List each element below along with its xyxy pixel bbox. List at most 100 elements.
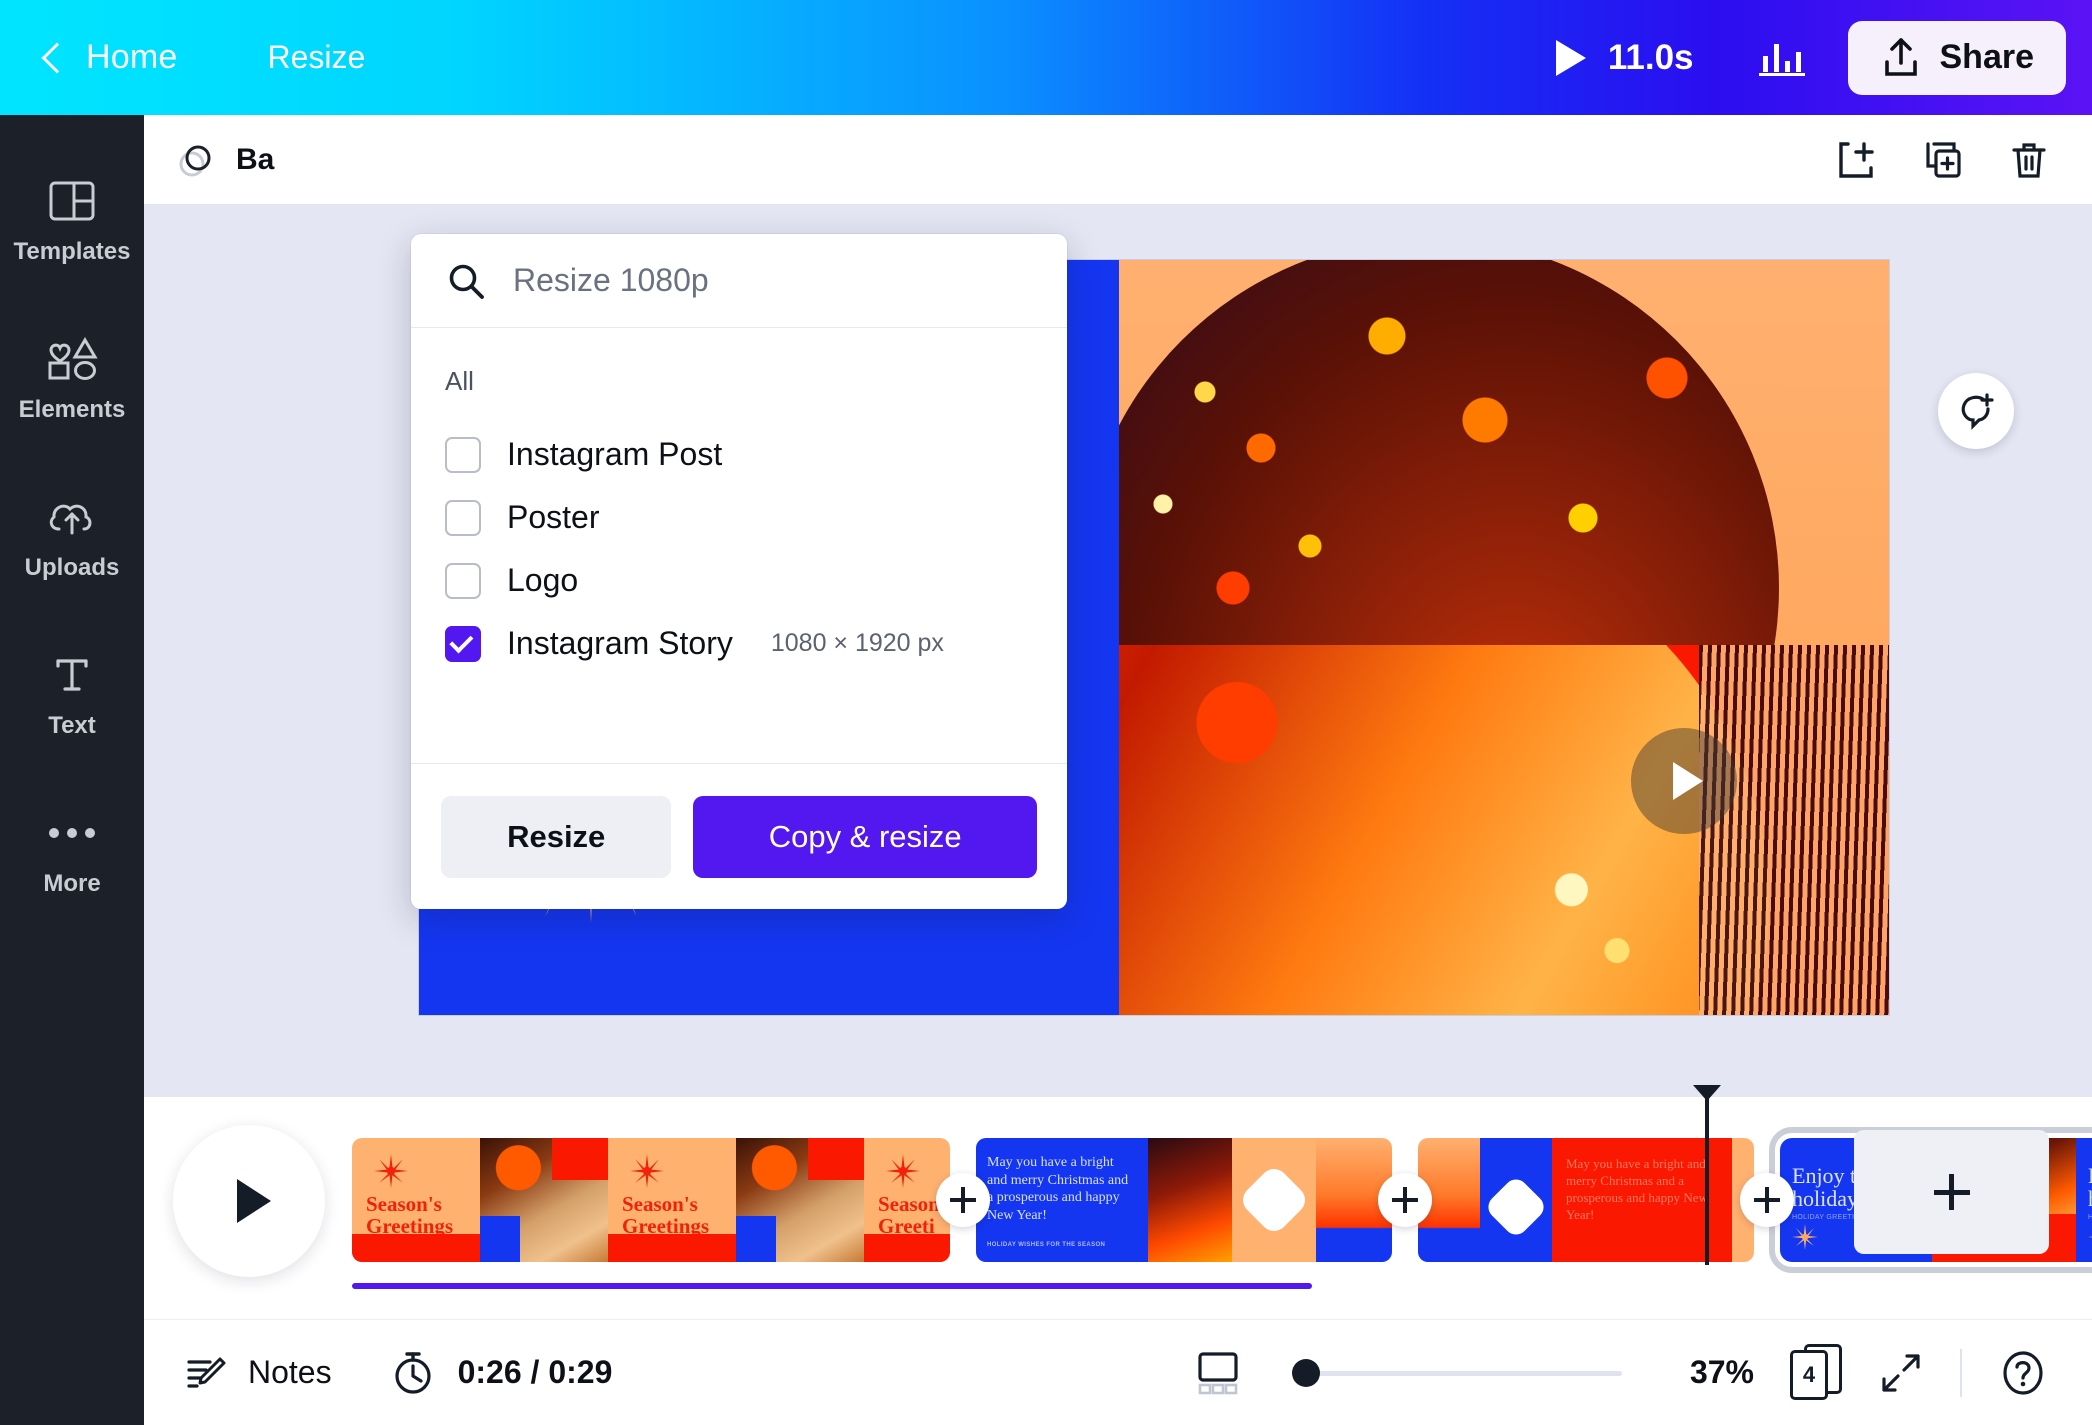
fullscreen-button[interactable]	[1878, 1350, 1924, 1396]
play-icon	[1555, 39, 1586, 76]
clip-fine-text: HOLIDAY WISHES FOR THE SEASON	[987, 1242, 1106, 1248]
zoom-slider[interactable]	[1292, 1358, 1622, 1387]
resize-menu-button[interactable]: Resize	[268, 39, 366, 76]
templates-grid-icon	[48, 178, 96, 224]
add-page-icon	[1839, 141, 1874, 178]
analytics-button[interactable]	[1734, 0, 1830, 115]
clip-text: Season Greeti	[878, 1192, 940, 1239]
timeline-progress-fill	[352, 1283, 1312, 1289]
timeline-clip[interactable]: Season's Greetings Season's Greetings Se…	[352, 1138, 950, 1262]
page-count-button[interactable]: 4	[1790, 1343, 1842, 1402]
clip-text: Season's Greetings	[366, 1192, 454, 1239]
resize-option-logo[interactable]: Logo	[411, 549, 1067, 612]
clip-text: Enjoy theholidays!	[2088, 1164, 2092, 1211]
striped-figure	[1699, 645, 1889, 1015]
resize-option-instagram-story[interactable]: Instagram Story 1080 × 1920 px	[411, 612, 1067, 675]
sidebar-item-label: Uploads	[24, 554, 120, 581]
upload-share-icon	[1884, 37, 1917, 76]
diamond-shape	[1483, 1174, 1549, 1240]
timeline-progress-bar[interactable]	[352, 1283, 2092, 1289]
sidebar-item-uploads[interactable]: Uploads	[0, 459, 144, 617]
canvas-toolbar: Ba	[144, 115, 2092, 205]
resize-panel-footer: Resize Copy & resize	[411, 763, 1067, 909]
sidebar-item-templates[interactable]: Templates	[0, 143, 144, 301]
timeline-clip[interactable]: May you have a bright and merry Christma…	[1418, 1138, 1754, 1262]
add-comment-icon	[1961, 393, 1994, 430]
stopwatch-icon	[394, 1351, 431, 1394]
insert-clip-button[interactable]	[1378, 1173, 1432, 1227]
resize-search-row	[411, 234, 1067, 328]
left-sidebar: Templates Elements Uploads Text More	[0, 115, 144, 1425]
share-label: Share	[1939, 38, 2035, 76]
sidebar-item-more[interactable]: More	[0, 775, 144, 933]
shapes-icon	[43, 336, 101, 382]
add-page-tile-button[interactable]	[1854, 1130, 2049, 1254]
resize-option-instagram-post[interactable]: Instagram Post	[411, 423, 1067, 486]
clip-scene: Enjoy theholidays! HOLIDAY GREETINGS	[2076, 1138, 2092, 1262]
resize-options-list: All Instagram Post Poster Logo Instagram…	[411, 328, 1067, 681]
trash-icon	[2012, 142, 2046, 178]
timeline-clip[interactable]: May you have a bright and merry Christma…	[976, 1138, 1392, 1262]
resize-button[interactable]: Resize	[441, 795, 672, 878]
copy-and-resize-button[interactable]: Copy & resize	[693, 795, 1037, 878]
timeline-play-button[interactable]	[173, 1125, 325, 1277]
starburst-icon	[1792, 1224, 1818, 1250]
clip-color-band	[864, 1234, 950, 1262]
playhead-line[interactable]	[1705, 1097, 1709, 1265]
clip-scene	[1232, 1138, 1316, 1262]
clip-color-band	[352, 1234, 480, 1262]
resize-option-label: Poster	[507, 499, 600, 535]
zoom-slider-knob[interactable]	[1292, 1358, 1320, 1387]
play-icon	[1673, 762, 1703, 800]
checkbox-checked[interactable]	[445, 625, 481, 662]
clip-color-band	[608, 1234, 736, 1262]
resize-option-label: Instagram Post	[507, 436, 723, 472]
top-bar: Home Resize 11.0s Share	[0, 0, 2092, 115]
canvas-video-play-button[interactable]	[1631, 728, 1737, 834]
insert-clip-button[interactable]	[936, 1173, 990, 1227]
sidebar-item-elements[interactable]: Elements	[0, 301, 144, 459]
checkbox[interactable]	[445, 499, 481, 536]
resize-search-input[interactable]	[513, 262, 1033, 299]
share-button[interactable]: Share	[1847, 20, 2066, 95]
preview-play-button[interactable]: 11.0s	[1516, 0, 1734, 115]
cloud-upload-icon	[45, 494, 99, 540]
starburst-icon	[2088, 1227, 2092, 1247]
playhead-marker[interactable]	[1693, 1085, 1721, 1101]
background-color-button[interactable]: Ba	[174, 138, 274, 182]
sidebar-item-text[interactable]: Text	[0, 617, 144, 775]
circle-masked-photo	[1119, 260, 1779, 645]
duration-label: 11.0s	[1607, 37, 1694, 77]
duplicate-page-button[interactable]	[1920, 138, 1966, 182]
help-button[interactable]	[1998, 1348, 2048, 1398]
clip-scene	[736, 1138, 864, 1262]
color-circles-icon	[179, 145, 211, 176]
party-photo-top	[1119, 260, 1889, 645]
expand-arrows-icon	[1882, 1353, 1920, 1392]
resize-option-poster[interactable]: Poster	[411, 486, 1067, 549]
notes-button[interactable]: Notes	[184, 1352, 332, 1394]
diamond-shape	[1237, 1163, 1311, 1237]
delete-page-button[interactable]	[2008, 138, 2050, 182]
back-to-home-button[interactable]: Home	[41, 38, 178, 77]
checkbox[interactable]	[445, 436, 481, 473]
canvas-area: Ba Resize 1080p All Instagram Post Poste…	[144, 115, 2092, 1097]
bottom-bar-right: 37% 4	[1192, 1343, 2048, 1402]
add-comment-button[interactable]	[1938, 373, 2014, 449]
grid-view-button[interactable]	[1192, 1349, 1244, 1397]
zoom-slider-track	[1292, 1370, 1622, 1376]
canvas-toolbar-actions	[1834, 138, 2050, 182]
background-label: Ba	[236, 142, 275, 176]
sidebar-item-label: Templates	[13, 238, 131, 265]
clip-fine-text: HOLIDAY GREETINGS	[2088, 1214, 2092, 1221]
insert-clip-button[interactable]	[1740, 1173, 1794, 1227]
clip-scene: May you have a bright and merry Christma…	[976, 1138, 1148, 1262]
text-t-icon	[50, 652, 94, 698]
play-icon	[237, 1179, 271, 1223]
checkbox[interactable]	[445, 562, 481, 599]
resize-option-label: Logo	[507, 562, 579, 598]
starburst-icon	[630, 1154, 664, 1188]
add-page-button[interactable]	[1834, 138, 1878, 182]
grid-view-icon	[1198, 1351, 1238, 1394]
timer-button[interactable]: 0:26 / 0:29	[390, 1349, 612, 1397]
